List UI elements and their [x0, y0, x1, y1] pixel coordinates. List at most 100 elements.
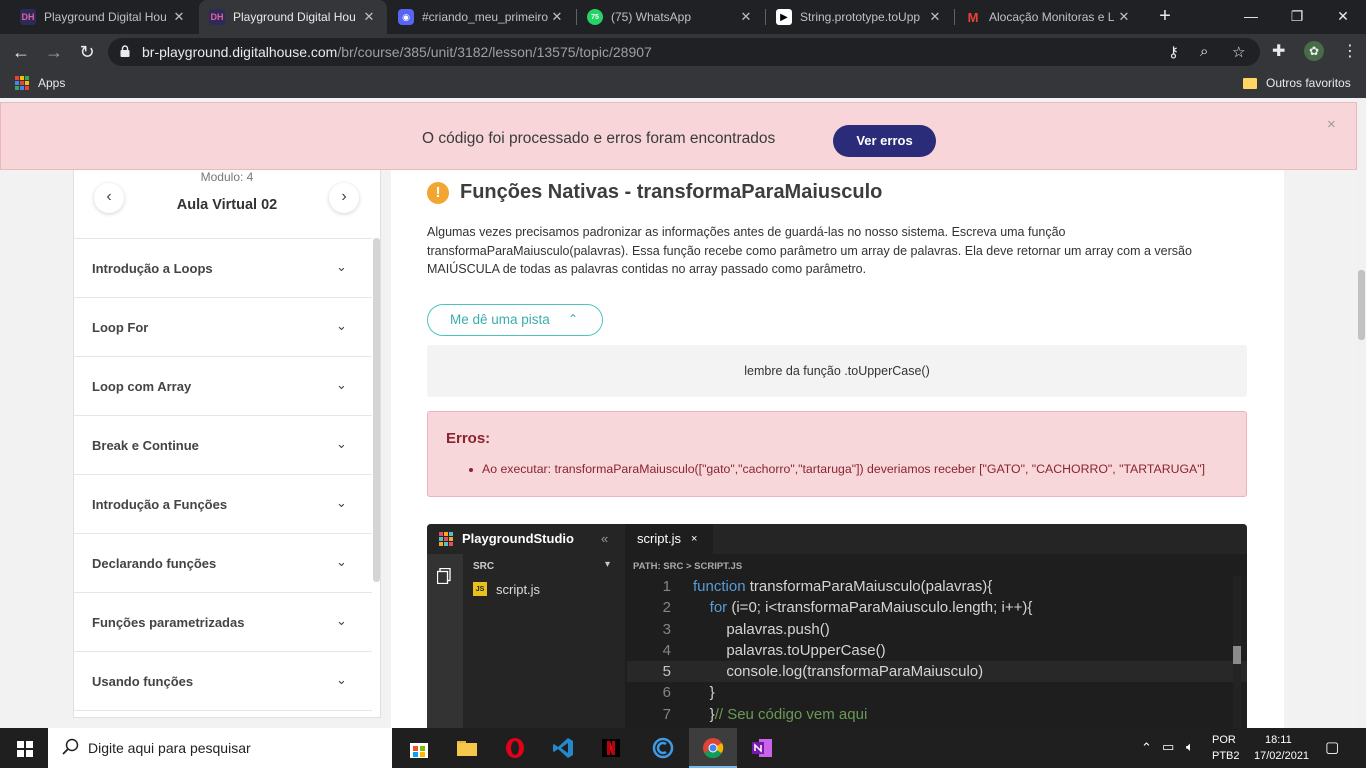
code-line: 4 palavras.toUpperCase() — [627, 640, 1247, 661]
tab-close-icon[interactable]: ✕ — [361, 9, 377, 25]
chevron-down-icon[interactable]: ▾ — [605, 559, 610, 570]
apps-bookmark[interactable]: Apps — [15, 76, 65, 90]
line-number: 3 — [662, 620, 671, 638]
key-icon[interactable]: ⚷ — [1168, 43, 1179, 61]
editor-minimap[interactable] — [1233, 576, 1241, 728]
files-icon[interactable] — [437, 568, 451, 584]
topic-item[interactable]: Declarando funções ⌄ — [74, 533, 372, 592]
page-scroll-thumb[interactable] — [1358, 270, 1365, 340]
hint-text: lembre da função .toUpperCase() — [427, 345, 1247, 397]
reload-icon[interactable]: ↻ — [75, 40, 99, 64]
line-number: 7 — [662, 705, 671, 723]
apps-grid-icon — [15, 76, 29, 90]
line-number: 2 — [662, 599, 671, 617]
lesson-sidebar: Modulo: 4 ‹ Aula Virtual 02 › Introdução… — [73, 170, 381, 718]
vscode-app[interactable] — [539, 728, 587, 768]
code-line: 1 function transformaParaMaiusculo(palavr… — [627, 576, 1247, 597]
windows-start-icon[interactable] — [17, 741, 33, 757]
browser-tab[interactable]: ◉ #criando_meu_primeiro ✕ — [388, 0, 575, 34]
topic-item[interactable]: Loop For ⌄ — [74, 297, 372, 356]
exercise-title: Funções Nativas - transformaParaMaiuscul… — [460, 181, 883, 203]
tab-close-icon[interactable]: ✕ — [927, 9, 943, 25]
code-editor[interactable]: 1 function transformaParaMaiusculo(palavr… — [627, 576, 1247, 725]
tab-close-icon[interactable]: ✕ — [1116, 9, 1132, 25]
topic-list: Introdução a Loops ⌄ Loop For ⌄ Loop com A… — [74, 238, 372, 728]
clock-time[interactable]: 18:11 — [1265, 734, 1292, 746]
code-text: function transformaParaMaiusculo(palavra… — [693, 576, 992, 597]
tab-title: #criando_meu_primeiro — [422, 10, 549, 24]
chevron-up-icon[interactable]: ⌃ — [1141, 740, 1152, 756]
volume-icon[interactable]: 🔈︎ — [1186, 739, 1194, 755]
view-errors-button[interactable]: Ver erros — [833, 125, 936, 157]
tab-close-icon[interactable]: ✕ — [549, 9, 565, 25]
minimize-icon[interactable]: — — [1228, 0, 1274, 34]
clock-date[interactable]: 17/02/2021 — [1254, 750, 1309, 762]
forward-arrow-icon[interactable]: → — [42, 40, 66, 64]
banner-close-icon[interactable]: × — [1327, 116, 1336, 133]
topic-item[interactable]: Funções parametrizadas ⌄ — [74, 592, 372, 651]
file-explorer-app[interactable] — [443, 728, 491, 768]
search-icon — [62, 738, 79, 755]
browser-tab[interactable]: M Alocação Monitoras e L ✕ — [955, 0, 1142, 34]
topic-item[interactable] — [74, 710, 372, 728]
extensions-puzzle-icon[interactable]: ✚ — [1272, 41, 1285, 61]
banner-message: O código foi processado e erros foram en… — [422, 130, 776, 147]
file-label: script.js — [496, 581, 541, 597]
browser-toolbar: ← → ↻ br-playground.digitalhouse.com/br/… — [0, 34, 1366, 70]
src-folder[interactable]: SRC — [473, 561, 494, 572]
restore-icon[interactable]: ❐ — [1274, 0, 1320, 34]
file-item-script-js[interactable]: JS script.js — [471, 580, 540, 598]
browser-tab[interactable]: DH Playground Digital Hou ✕ — [10, 0, 197, 34]
topic-label: Introdução a Loops — [92, 261, 213, 276]
whatsapp-icon: 75 — [587, 9, 603, 25]
new-tab-button[interactable]: + — [1154, 6, 1176, 28]
chrome-app[interactable] — [689, 728, 737, 768]
editor-tab-script-js[interactable]: script.js × — [625, 524, 713, 554]
tab-close-icon[interactable]: ✕ — [171, 9, 187, 25]
taskbar-search[interactable]: Digite aqui para pesquisar — [48, 728, 392, 768]
topic-item[interactable]: Usando funções ⌄ — [74, 651, 372, 710]
chrome-menu-icon[interactable]: ⋮ — [1342, 41, 1358, 61]
store-app[interactable] — [395, 728, 443, 768]
collapse-sidebar-icon[interactable]: « — [601, 531, 608, 546]
code-line: 6 } — [627, 682, 1247, 703]
browser-tab[interactable]: 75 (75) WhatsApp ✕ — [577, 0, 764, 34]
browser-tab[interactable]: ▶ String.prototype.toUpp ✕ — [766, 0, 953, 34]
next-lesson-button[interactable]: › — [329, 183, 359, 213]
page-scrollbar[interactable] — [1357, 98, 1366, 728]
language-indicator[interactable]: POR — [1212, 734, 1236, 746]
other-bookmarks[interactable]: Outros favoritos — [1243, 76, 1351, 90]
bookmark-star-icon[interactable]: ☆ — [1232, 43, 1245, 61]
profile-avatar[interactable]: ✿ — [1304, 41, 1324, 61]
back-arrow-icon[interactable]: ← — [9, 40, 33, 64]
error-banner: O código foi processado e erros foram en… — [0, 102, 1357, 170]
tab-close-icon[interactable]: × — [691, 524, 697, 554]
notifications-icon[interactable]: ▢ — [1325, 738, 1339, 756]
topic-item[interactable]: Loop com Array ⌄ — [74, 356, 372, 415]
exercise-description: Algumas vezes precisamos padronizar as i… — [427, 225, 1192, 276]
hint-button[interactable]: Me dê uma pista ⌃ — [427, 304, 603, 336]
minimap-slider[interactable] — [1233, 646, 1241, 664]
topic-item[interactable]: Introdução a Funções ⌄ — [74, 474, 372, 533]
keyboard-layout[interactable]: PTB2 — [1212, 750, 1240, 762]
onenote-app[interactable] — [738, 728, 786, 768]
sidebar-scrollbar[interactable] — [373, 238, 380, 582]
window-close-icon[interactable]: ✕ — [1320, 0, 1366, 34]
topic-item[interactable]: Break e Continue ⌄ — [74, 415, 372, 474]
browser-tab-active[interactable]: DH Playground Digital Hou ✕ — [199, 0, 387, 34]
tab-close-icon[interactable]: ✕ — [738, 9, 754, 25]
studio-header: PlaygroundStudio « script.js × — [427, 524, 1247, 554]
warning-icon: ! — [427, 182, 449, 204]
topic-label: Loop For — [92, 320, 149, 335]
network-icon[interactable]: ▭ — [1162, 739, 1174, 755]
topic-item[interactable]: Introdução a Loops ⌄ — [74, 238, 372, 297]
hint-button-label: Me dê uma pista — [450, 312, 550, 327]
address-bar[interactable]: br-playground.digitalhouse.com/br/course… — [108, 38, 1260, 66]
ccleaner-app[interactable] — [639, 728, 687, 768]
netflix-app[interactable] — [587, 728, 635, 768]
opera-app[interactable] — [491, 728, 539, 768]
zoom-icon[interactable]: ⌕ — [1200, 43, 1208, 60]
